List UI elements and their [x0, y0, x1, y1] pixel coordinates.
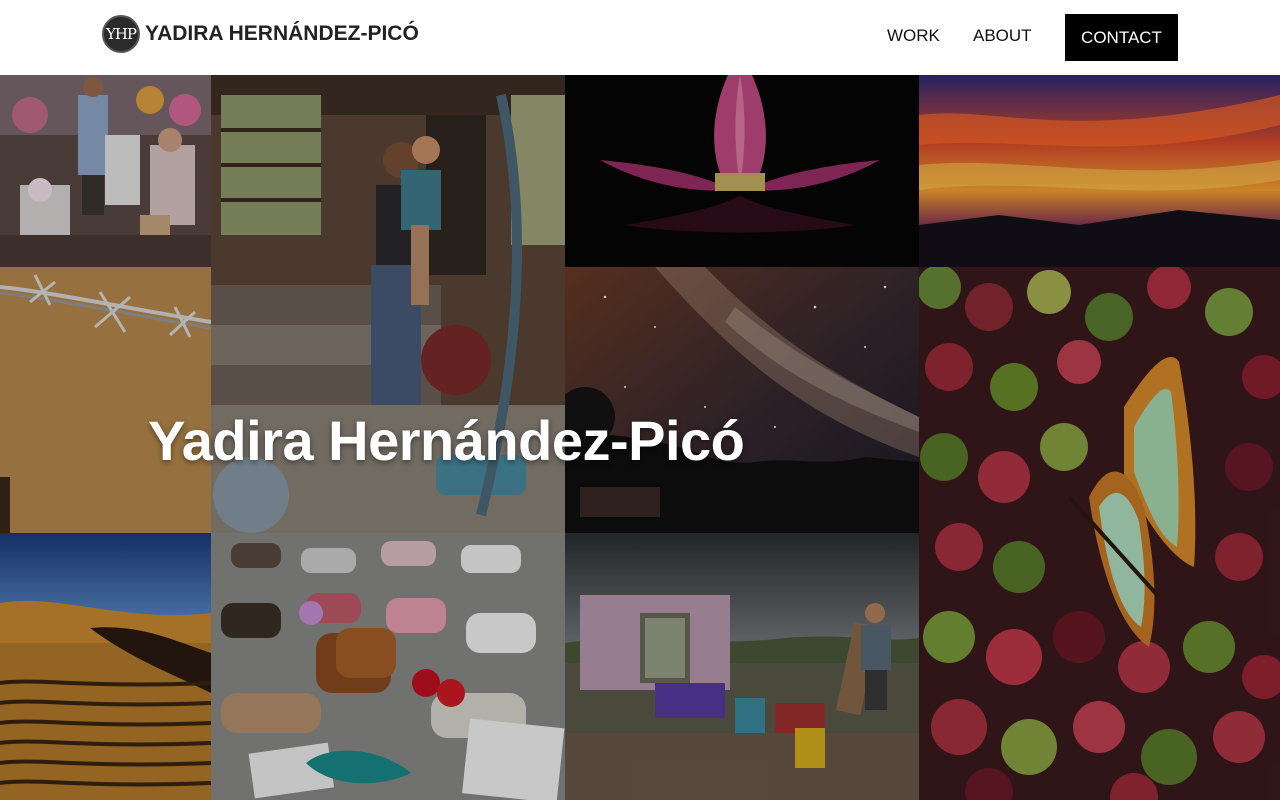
nav-work-link[interactable]: WORK [887, 26, 940, 46]
site-logo[interactable]: YHP YADIRA HERNÁNDEZ-PICÓ [102, 15, 419, 53]
milky-way-night-photo[interactable] [565, 267, 919, 533]
barbed-wire-photo[interactable] [0, 267, 211, 533]
logo-monogram-icon: YHP [102, 15, 140, 53]
shoes-memorial-photo[interactable] [211, 533, 565, 800]
butterfly-on-coffee-beans-photo[interactable] [919, 267, 1280, 800]
hero-title: Yadira Hernández-Picó [148, 409, 745, 472]
site-header: YHP YADIRA HERNÁNDEZ-PICÓ WORK ABOUT CON… [0, 0, 1280, 75]
woman-in-shop-photo[interactable] [0, 75, 211, 267]
nav-about-link[interactable]: ABOUT [973, 26, 1032, 46]
contact-button[interactable]: CONTACT [1065, 14, 1178, 61]
sunset-sky-photo[interactable] [919, 75, 1280, 267]
logo-text: YADIRA HERNÁNDEZ-PICÓ [145, 22, 419, 45]
desert-dunes-photo[interactable] [0, 533, 211, 800]
pink-lotus-photo[interactable] [565, 75, 919, 267]
storm-damaged-house-photo[interactable] [565, 533, 919, 800]
